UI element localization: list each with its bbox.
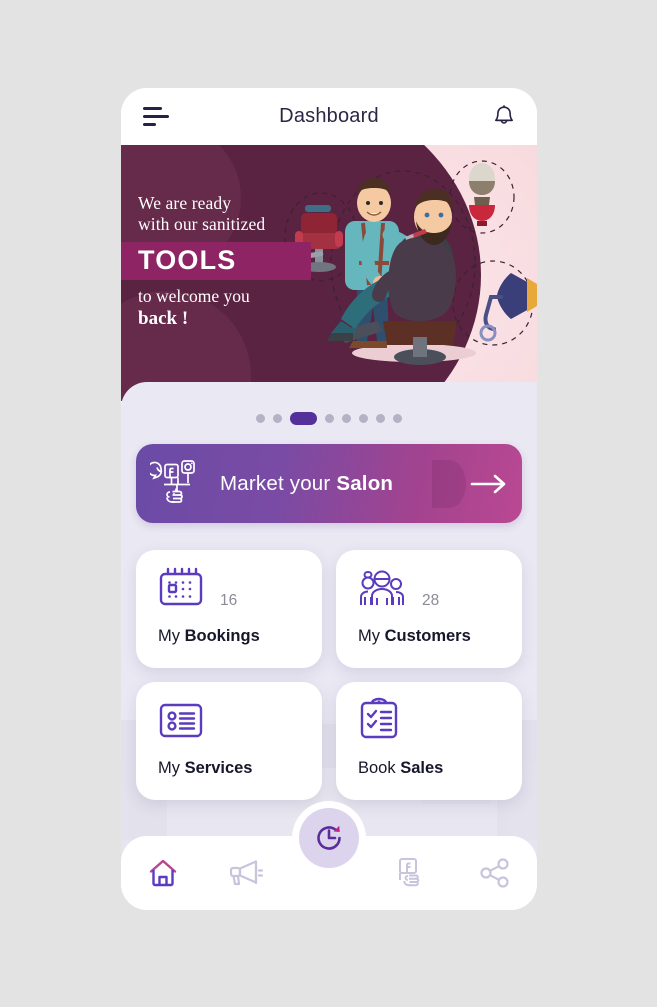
nav-item-promotions[interactable] bbox=[204, 836, 287, 910]
tile-label: My Services bbox=[158, 759, 322, 778]
banner-line-4: back ! bbox=[138, 308, 189, 329]
tile-label-light: My bbox=[158, 759, 185, 777]
customers-group-icon bbox=[358, 567, 406, 614]
list-details-icon bbox=[158, 701, 204, 746]
carousel-dot[interactable] bbox=[273, 414, 282, 423]
banner-line-2: with our sanitized bbox=[138, 214, 266, 234]
hamburger-menu-icon[interactable] bbox=[143, 106, 173, 127]
social-media-megaphone-icon bbox=[136, 459, 220, 509]
carousel-dot[interactable] bbox=[325, 414, 334, 423]
tile-label-bold: Bookings bbox=[184, 627, 260, 645]
tile-my-services[interactable]: My Services bbox=[136, 682, 322, 800]
nav-item-share[interactable] bbox=[454, 836, 537, 910]
banner-highlight-bar: TOOLS bbox=[121, 242, 311, 280]
bottom-navigation bbox=[121, 808, 537, 910]
tile-my-bookings[interactable]: 16 My Bookings bbox=[136, 550, 322, 668]
tile-book-sales[interactable]: Book Sales bbox=[336, 682, 522, 800]
nav-item-payments[interactable] bbox=[371, 836, 454, 910]
app-header: Dashboard bbox=[121, 88, 537, 145]
phone-frame: Dashboard We are ready with our sanitize… bbox=[121, 88, 537, 910]
market-your-salon-button[interactable]: Market your Salon bbox=[136, 444, 522, 523]
tile-label-bold: Sales bbox=[400, 759, 444, 777]
carousel-dot[interactable] bbox=[342, 414, 351, 423]
clipboard-check-icon bbox=[358, 697, 402, 746]
tile-label: My Customers bbox=[358, 627, 522, 646]
market-banner-label: Market your Salon bbox=[220, 472, 456, 496]
carousel-dot[interactable] bbox=[256, 414, 265, 423]
tile-label-light: My bbox=[358, 627, 385, 645]
tile-label: My Bookings bbox=[158, 627, 322, 646]
page-title: Dashboard bbox=[279, 105, 379, 127]
carousel-dot[interactable] bbox=[359, 414, 368, 423]
tile-label-bold: Customers bbox=[384, 627, 471, 645]
tile-count: 16 bbox=[220, 592, 238, 609]
tile-label-bold: Services bbox=[184, 759, 253, 777]
carousel-dot[interactable] bbox=[393, 414, 402, 423]
nav-item-home[interactable] bbox=[121, 836, 204, 910]
history-fab-button[interactable] bbox=[299, 808, 359, 868]
screen: Dashboard We are ready with our sanitize… bbox=[0, 0, 657, 1007]
tile-label-light: Book bbox=[358, 759, 401, 777]
market-label-light: Market your bbox=[220, 471, 337, 495]
tile-label: Book Sales bbox=[358, 759, 522, 778]
market-label-bold: Salon bbox=[336, 471, 394, 495]
bell-icon[interactable] bbox=[485, 104, 515, 129]
promo-banner[interactable]: We are ready with our sanitized TOOLS to… bbox=[121, 145, 537, 401]
carousel-dot-active[interactable] bbox=[290, 412, 317, 425]
tile-label-light: My bbox=[158, 627, 185, 645]
banner-highlight-text: TOOLS bbox=[138, 245, 237, 275]
tile-count: 28 bbox=[422, 592, 440, 609]
carousel-dots[interactable] bbox=[121, 412, 537, 425]
tile-my-customers[interactable]: 28 My Customers bbox=[336, 550, 522, 668]
carousel-dot[interactable] bbox=[376, 414, 385, 423]
banner-copy: We are ready with our sanitized TOOLS to… bbox=[121, 145, 321, 330]
calendar-icon bbox=[158, 567, 204, 614]
quick-action-tiles: 16 My Bookings 28 My Customers My Servic… bbox=[136, 550, 522, 800]
banner-line-3: to welcome you bbox=[138, 286, 250, 306]
banner-line-1: We are ready bbox=[138, 193, 232, 213]
arrow-right-icon[interactable] bbox=[456, 474, 522, 494]
